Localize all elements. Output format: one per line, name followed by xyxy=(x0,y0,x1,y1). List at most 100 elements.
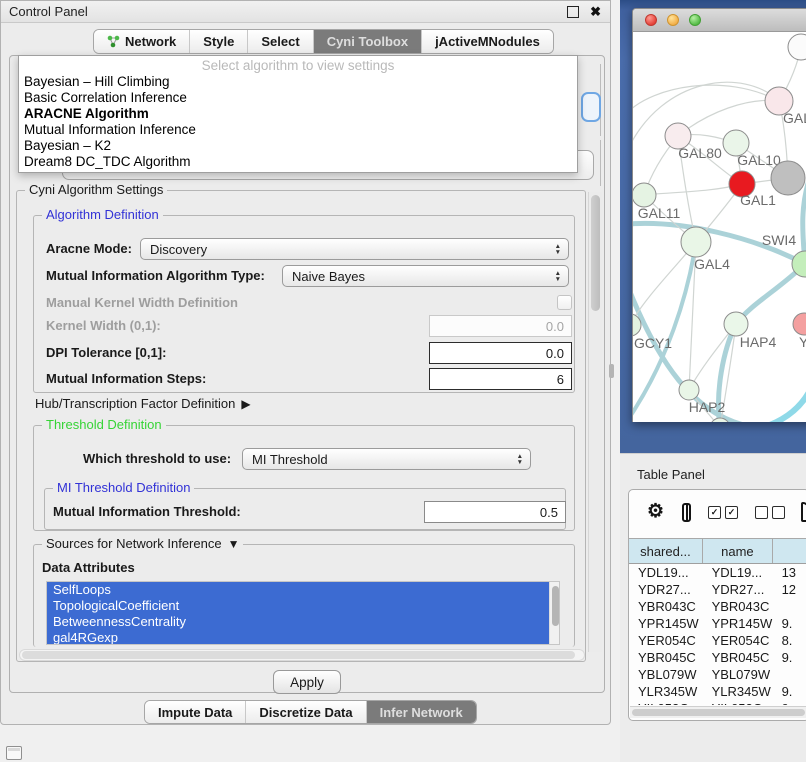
table-row[interactable]: YER054CYER054C8. xyxy=(629,632,806,649)
checked-checkbox-icon: ✓ xyxy=(708,506,721,519)
node-label: HAP2 xyxy=(689,399,726,415)
float-window-icon[interactable] xyxy=(567,6,579,18)
focused-combobox-fragment[interactable] xyxy=(581,92,601,122)
collapsed-arrow-icon: ▶ xyxy=(241,395,250,413)
table-cell: YIL052C xyxy=(703,700,773,705)
list-vertical-scrollbar[interactable] xyxy=(549,582,560,644)
which-threshold-label: Which threshold to use: xyxy=(83,448,231,470)
network-edge[interactable] xyxy=(633,85,779,112)
attribute-list-item[interactable]: SelfLoops xyxy=(47,582,559,598)
dropdown-item[interactable]: Bayesian – K2 xyxy=(19,138,577,154)
table-cell: YDR27... xyxy=(703,581,773,598)
aracne-mode-combobox[interactable]: Discovery ▲▼ xyxy=(140,238,569,260)
table-row[interactable]: YBL079WYBL079W xyxy=(629,666,806,683)
table-row[interactable]: YPR145WYPR145W9. xyxy=(629,615,806,632)
tab-jactivemnodules[interactable]: jActiveMNodules xyxy=(422,30,553,53)
dropdown-item[interactable]: Bayesian – Hill Climbing xyxy=(19,74,577,90)
network-node-y[interactable] xyxy=(793,313,806,335)
network-window-titlebar[interactable] xyxy=(633,9,806,32)
threshold-definition-title: Threshold Definition xyxy=(42,417,166,432)
network-edge[interactable] xyxy=(678,100,779,136)
select-all-columns-button[interactable]: ✓ ✓ xyxy=(708,506,738,519)
network-node-hap2[interactable] xyxy=(679,380,699,400)
tab-network[interactable]: Network xyxy=(94,30,190,53)
column-header[interactable]: name xyxy=(703,539,773,563)
network-node-gal11[interactable] xyxy=(633,183,656,207)
tab-label: Impute Data xyxy=(158,705,232,720)
dropdown-item[interactable]: Basic Correlation Inference xyxy=(19,90,577,106)
table-cell: 9. xyxy=(773,615,806,632)
table-row[interactable]: YBR045CYBR045C9. xyxy=(629,649,806,666)
attribute-list-item[interactable]: gal4RGexp xyxy=(47,630,559,645)
document-icon[interactable] xyxy=(801,502,806,522)
tab-select[interactable]: Select xyxy=(248,30,313,53)
dropdown-item[interactable]: Dream8 DC_TDC Algorithm xyxy=(19,154,577,170)
column-header[interactable]: shared... xyxy=(629,539,703,563)
network-node-hap4[interactable] xyxy=(724,312,748,336)
network-edge[interactable] xyxy=(736,264,805,324)
network-canvas[interactable]: GALGAL80GAL10GAL1GAL11SWI4GAL4GCY1HAP4YH… xyxy=(633,32,806,422)
zoom-traffic-light-icon[interactable] xyxy=(689,14,701,26)
tab-discretize-data[interactable]: Discretize Data xyxy=(246,701,366,723)
manual-kernel-checkbox[interactable] xyxy=(557,295,572,310)
mi-threshold-field[interactable]: 0.5 xyxy=(424,501,566,523)
apply-button[interactable]: Apply xyxy=(273,670,341,694)
tab-infer-network[interactable]: Infer Network xyxy=(367,701,476,723)
node-label: GAL1 xyxy=(740,192,776,208)
table-horizontal-scrollbar[interactable] xyxy=(630,706,806,718)
tab-style[interactable]: Style xyxy=(190,30,248,53)
settings-vertical-scrollbar[interactable] xyxy=(588,192,602,652)
network-edge[interactable] xyxy=(644,184,742,195)
table-row[interactable]: YLR345WYLR345W9. xyxy=(629,683,806,700)
table-cell: 9. xyxy=(773,649,806,666)
network-node[interactable] xyxy=(788,34,806,60)
mi-type-combobox[interactable]: Naive Bayes ▲▼ xyxy=(282,265,569,287)
tab-cyni-toolbox[interactable]: Cyni Toolbox xyxy=(314,30,422,53)
close-traffic-light-icon[interactable] xyxy=(645,14,657,26)
mi-type-value: Naive Bayes xyxy=(292,269,365,284)
table-row[interactable]: YDR27...YDR27...12 xyxy=(629,581,806,598)
node-label: HAP4 xyxy=(740,334,777,350)
unchecked-checkbox-icon xyxy=(772,506,785,519)
tab-label: Infer Network xyxy=(380,705,463,720)
cyni-bottom-tabbar: Impute Data Discretize Data Infer Network xyxy=(144,700,477,724)
node-label: GAL10 xyxy=(737,152,781,168)
table-cell: YPR145W xyxy=(703,615,773,632)
table-row[interactable]: YDL19...YDL19...13 xyxy=(629,564,806,581)
table-panel-title: Table Panel xyxy=(637,467,705,482)
tab-impute-data[interactable]: Impute Data xyxy=(145,701,246,723)
network-edge[interactable] xyxy=(761,382,806,422)
table-row[interactable]: YIL052CYIL052C9. xyxy=(629,700,806,705)
restore-panel-icon[interactable] xyxy=(6,746,22,760)
node-label: GAL80 xyxy=(678,145,722,161)
network-node[interactable] xyxy=(771,161,805,195)
gear-icon[interactable]: ⚙ xyxy=(647,497,664,527)
sources-group-toggle[interactable]: Sources for Network Inference▼ xyxy=(42,536,243,551)
hub-tf-definition-toggle[interactable]: Hub/Transcription Factor Definition▶ xyxy=(35,395,251,413)
attribute-list-item[interactable]: BetweennessCentrality xyxy=(47,614,559,630)
dpi-tolerance-field[interactable]: 0.0 xyxy=(429,342,572,364)
table-cell: YBL079W xyxy=(703,666,773,683)
which-threshold-combobox[interactable]: MI Threshold ▲▼ xyxy=(242,448,531,470)
table-cell: 12 xyxy=(773,581,806,598)
network-node-gal4[interactable] xyxy=(681,227,711,257)
dropdown-item[interactable]: Mutual Information Inference xyxy=(19,122,577,138)
cyni-algorithm-settings-group: Cyni Algorithm Settings Algorithm Defini… xyxy=(16,190,586,662)
minimize-traffic-light-icon[interactable] xyxy=(667,14,679,26)
deselect-all-columns-button[interactable] xyxy=(755,506,785,519)
table-row[interactable]: YBR043CYBR043C xyxy=(629,598,806,615)
dropdown-item[interactable]: ARACNE Algorithm xyxy=(19,106,577,122)
column-header[interactable] xyxy=(773,539,806,563)
tab-label: Select xyxy=(261,34,299,49)
settings-horizontal-scrollbar[interactable] xyxy=(19,649,585,661)
attribute-list-item[interactable]: TopologicalCoefficient xyxy=(47,598,559,614)
panel-splitter-handle[interactable] xyxy=(609,364,614,378)
mi-steps-field[interactable]: 6 xyxy=(429,368,572,390)
close-icon[interactable]: ✖ xyxy=(590,4,601,20)
algorithm-definition-group: Algorithm Definition Aracne Mode: Discov… xyxy=(33,215,575,393)
split-columns-icon[interactable] xyxy=(682,503,691,522)
kernel-width-field[interactable]: 0.0 xyxy=(429,315,572,337)
data-attributes-list[interactable]: SelfLoopsTopologicalCoefficientBetweenne… xyxy=(46,581,560,645)
aracne-mode-value: Discovery xyxy=(150,242,207,257)
expanded-arrow-icon: ▼ xyxy=(228,537,240,551)
